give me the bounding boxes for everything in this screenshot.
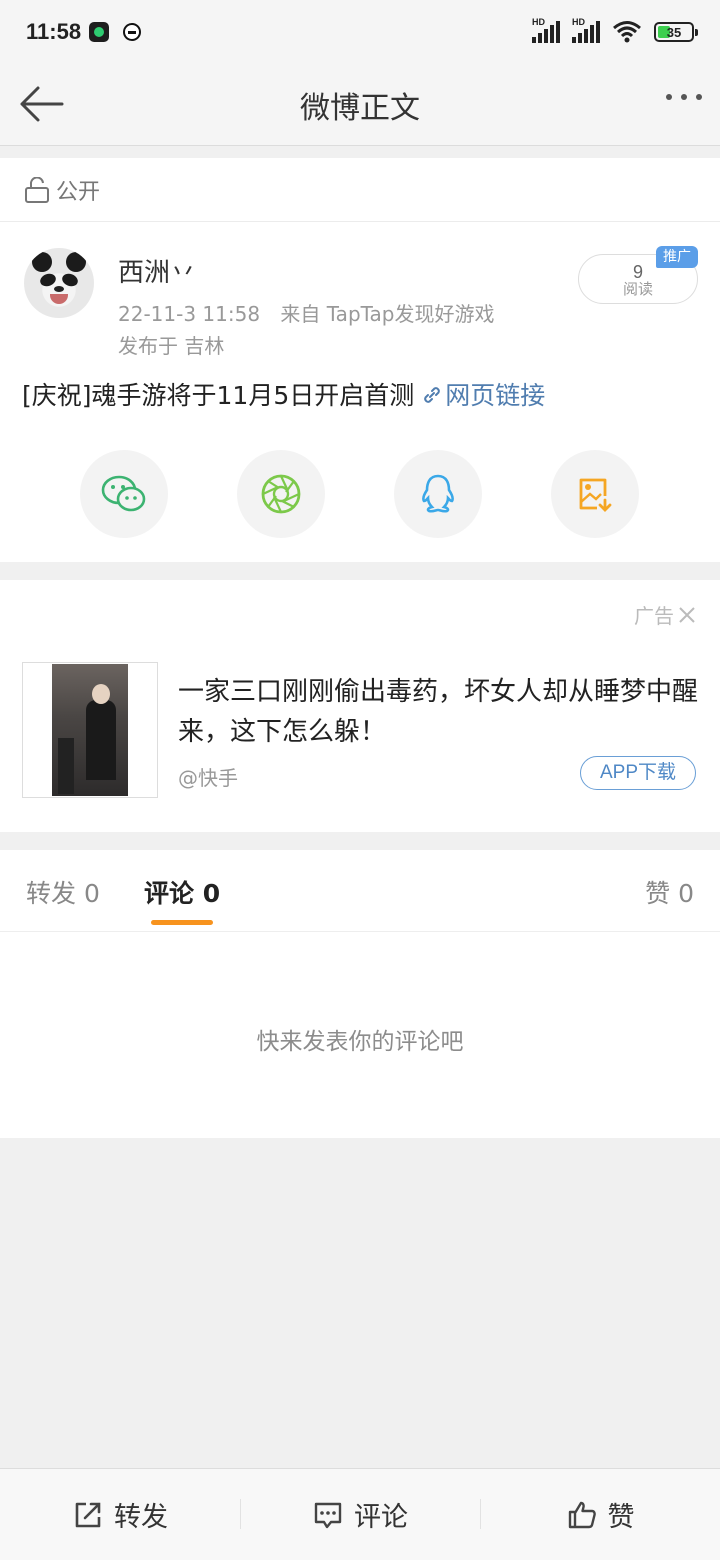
like-label: 赞: [607, 1502, 635, 1533]
ad-title[interactable]: 一家三口刚刚偷出毒药，坏女人却从睡梦中醒来，这下怎么躲！: [178, 672, 698, 752]
post-card: 西洲丷 22-11-3 11:58 来自 TapTap发现好游戏 发布于 吉林 …: [0, 222, 720, 562]
save-image-icon: [579, 478, 612, 512]
comment-button[interactable]: 评论: [240, 1469, 480, 1560]
visibility-label: 公开: [56, 179, 101, 205]
avatar[interactable]: [24, 248, 94, 318]
status-time: 11:58: [26, 19, 82, 44]
ad-thumbnail[interactable]: [22, 662, 158, 798]
repost-label: 转发: [114, 1502, 168, 1533]
more-icon[interactable]: [666, 94, 702, 100]
post-source[interactable]: 来自 TapTap发现好游戏: [280, 302, 494, 326]
app-download-button[interactable]: APP下载: [580, 756, 696, 790]
bottom-action-bar: 转发 评论 赞: [0, 1468, 720, 1560]
share-wechat-button[interactable]: [80, 450, 168, 538]
post-location: 发布于 吉林: [118, 334, 225, 358]
save-image-button[interactable]: [551, 450, 639, 538]
link-icon: [424, 387, 441, 403]
qq-icon: [422, 474, 454, 513]
close-icon[interactable]: [678, 606, 696, 624]
moments-icon: [261, 474, 301, 514]
ad-card[interactable]: 广告 一家三口刚刚偷出毒药，坏女人却从睡梦中醒来，这下怎么躲！ @快手 APP下…: [0, 580, 720, 832]
visibility-row: 公开: [0, 158, 720, 222]
ad-source: @快手: [178, 766, 238, 790]
post-meta: 22-11-3 11:58 来自 TapTap发现好游戏: [118, 298, 495, 327]
web-link-label: 网页链接: [445, 381, 546, 410]
ad-label: 广告: [634, 604, 674, 628]
tab-repost[interactable]: 转发 0: [26, 874, 100, 910]
battery-icon: 35: [654, 22, 698, 42]
empty-comments-text: 快来发表你的评论吧: [256, 1029, 464, 1055]
repost-icon: [75, 1502, 101, 1527]
status-bar: 11:58 HD HD 35: [0, 0, 720, 64]
share-row: [80, 450, 639, 538]
wifi-icon: [613, 21, 641, 43]
tab-active-indicator: [151, 920, 213, 925]
empty-comments: 快来发表你的评论吧: [0, 932, 720, 1138]
post-text: [庆祝]魂手游将于11月5日开启首测: [22, 381, 415, 410]
thumbs-up-icon: [568, 1501, 596, 1528]
top-nav: 微博正文: [0, 64, 720, 146]
author-name[interactable]: 西洲丷: [118, 252, 196, 289]
comment-icon: [314, 1502, 342, 1528]
share-qq-button[interactable]: [394, 450, 482, 538]
promo-badge[interactable]: 推广: [656, 246, 698, 268]
like-button[interactable]: 赞: [480, 1469, 720, 1560]
wechat-icon: [101, 475, 146, 512]
back-arrow-icon[interactable]: [18, 84, 66, 124]
comment-label: 评论: [354, 1502, 408, 1533]
signal-icon-2: HD: [572, 17, 600, 43]
post-content: [庆祝]魂手游将于11月5日开启首测 网页链接: [22, 376, 545, 412]
post-date: 22-11-3 11:58: [118, 302, 261, 326]
tab-like[interactable]: 赞 0: [645, 874, 694, 910]
signal-icon: HD: [532, 17, 560, 43]
repost-button[interactable]: 转发: [0, 1469, 240, 1560]
web-link[interactable]: 网页链接: [422, 381, 545, 410]
ad-tag[interactable]: 广告: [634, 600, 696, 629]
phone-app-icon: [89, 22, 110, 42]
interaction-tabs: 转发 0 评论 0 赞 0: [0, 850, 720, 932]
share-moments-button[interactable]: [237, 450, 325, 538]
page-title: 微博正文: [300, 90, 420, 126]
read-label: 阅读: [622, 281, 653, 298]
tab-comment[interactable]: 评论 0: [144, 874, 220, 910]
message-app-icon: [123, 23, 142, 41]
unlock-icon: [25, 176, 49, 203]
